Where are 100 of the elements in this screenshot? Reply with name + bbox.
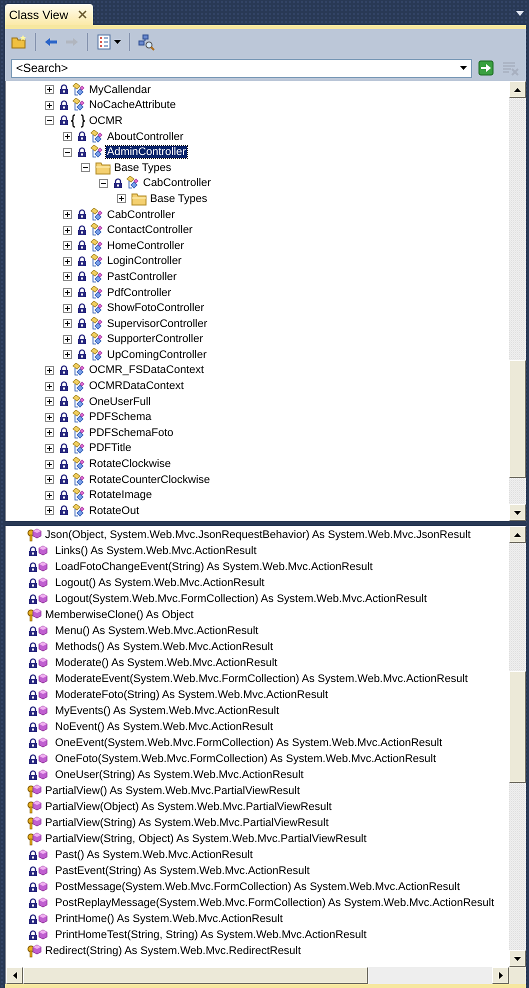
expand-toggle-icon[interactable] <box>45 506 54 516</box>
tree-item[interactable]: SupervisorController <box>106 318 208 330</box>
tree-item[interactable]: PDFSchema <box>88 411 152 424</box>
tree-item[interactable]: PDFSchemaFoto <box>88 426 174 439</box>
member-item[interactable]: Json(Object, System.Web.Mvc.JsonRequestBehavior) As System.Web.Mvc.JsonResult <box>45 529 471 541</box>
member-item[interactable]: PartialView(String) As System.Web.Mvc.PartialViewResult <box>45 817 329 829</box>
close-icon[interactable] <box>78 10 88 19</box>
collapse-toggle-icon[interactable] <box>81 163 90 172</box>
expand-toggle-icon[interactable] <box>45 412 54 422</box>
expand-toggle-icon[interactable] <box>63 319 72 328</box>
member-item[interactable]: PostMessage(System.Web.Mvc.FormCollection) As System.Web.Mvc.ActionResult <box>55 881 460 893</box>
tree-item[interactable]: CabController <box>106 208 176 221</box>
expand-toggle-icon[interactable] <box>45 100 54 110</box>
tree-item[interactable]: Base Types <box>149 192 208 205</box>
expand-toggle-icon[interactable] <box>45 460 54 469</box>
scroll-thumb[interactable] <box>509 360 526 478</box>
member-item[interactable]: Menu() As System.Web.Mvc.ActionResult <box>55 625 258 637</box>
member-item[interactable]: Links() As System.Web.Mvc.ActionResult <box>55 545 257 557</box>
member-item[interactable]: Methods() As System.Web.Mvc.ActionResult <box>55 641 274 653</box>
scroll-thumb[interactable] <box>23 967 368 984</box>
scroll-left-button[interactable] <box>6 967 23 984</box>
collapse-toggle-icon[interactable] <box>99 178 108 188</box>
scroll-down-button[interactable] <box>509 950 526 967</box>
member-item[interactable]: OneFoto(System.Web.Mvc.FormCollection) As System.Web.Mvc.ActionResult <box>55 753 436 765</box>
tree-item[interactable]: HomeController <box>106 240 186 252</box>
expand-toggle-icon[interactable] <box>45 490 54 500</box>
member-item[interactable]: NoEvent() As System.Web.Mvc.ActionResult <box>55 721 274 733</box>
expand-toggle-icon[interactable] <box>45 397 54 406</box>
member-item[interactable]: PrintHome() As System.Web.Mvc.ActionResult <box>55 913 283 925</box>
scroll-down-button[interactable] <box>509 504 526 521</box>
member-item[interactable]: PartialView(Object) As System.Web.Mvc.PartialViewResult <box>45 801 332 813</box>
expand-toggle-icon[interactable] <box>45 475 54 484</box>
tree-item[interactable]: MyCallendar <box>88 84 152 96</box>
tree-item[interactable]: OCMR <box>88 114 124 127</box>
expand-toggle-icon[interactable] <box>45 366 54 375</box>
collapse-toggle-icon[interactable] <box>45 116 54 126</box>
tree-item[interactable]: ShowFotoController <box>106 302 206 314</box>
expand-toggle-icon[interactable] <box>63 132 72 142</box>
tree-item[interactable]: RotateOut <box>88 504 140 517</box>
member-item[interactable]: MyEvents() As System.Web.Mvc.ActionResult <box>55 705 280 717</box>
expand-toggle-icon[interactable] <box>63 226 72 235</box>
expand-toggle-icon[interactable] <box>117 194 126 204</box>
tree-item[interactable]: Base Types <box>113 162 172 174</box>
tree-item[interactable]: OneUserFull <box>88 396 152 408</box>
expand-toggle-icon[interactable] <box>45 85 54 94</box>
member-item[interactable]: ModerateFoto(String) As System.Web.Mvc.ActionResult <box>55 689 328 701</box>
expand-toggle-icon[interactable] <box>63 304 72 313</box>
tree-item[interactable]: LoginController <box>106 255 183 268</box>
toolbar-button[interactable] <box>136 32 157 52</box>
expand-toggle-icon[interactable] <box>63 350 72 360</box>
scroll-up-button[interactable] <box>509 81 526 98</box>
tree-item[interactable]: AboutController <box>106 130 184 143</box>
scroll-up-button[interactable] <box>509 526 526 543</box>
member-item[interactable]: LoadFotoChangeEvent(String) As System.Web.Mvc.ActionResult <box>55 561 373 573</box>
member-item[interactable]: OneEvent(System.Web.Mvc.FormCollection) As System.Web.Mvc.ActionResult <box>55 737 442 749</box>
member-item[interactable]: PartialView(String, Object) As System.Web.Mvc.PartialViewResult <box>45 833 367 845</box>
expand-toggle-icon[interactable] <box>63 272 72 282</box>
expand-toggle-icon[interactable] <box>63 334 72 344</box>
caret-icon[interactable] <box>516 11 524 16</box>
tree-item[interactable]: UpComingController <box>106 348 208 361</box>
tree-item[interactable]: AdminController <box>106 146 187 158</box>
member-item[interactable]: PrintHomeTest(String, String) As System.Web.Mvc.ActionResult <box>55 929 367 941</box>
expand-toggle-icon[interactable] <box>45 428 54 438</box>
member-item[interactable]: Redirect(String) As System.Web.Mvc.RedirectResult <box>45 945 301 957</box>
member-item[interactable]: Past() As System.Web.Mvc.ActionResult <box>55 849 253 861</box>
member-item[interactable]: MemberwiseClone() As Object <box>45 609 194 621</box>
member-item[interactable]: PostReplayMessage(System.Web.Mvc.FormCollection) As System.Web.Mvc.ActionResult <box>55 897 494 909</box>
member-item[interactable]: ModerateEvent(System.Web.Mvc.FormCollection) As System.Web.Mvc.ActionResult <box>55 673 468 685</box>
scroll-right-button[interactable] <box>492 967 509 984</box>
member-item[interactable]: Logout(System.Web.Mvc.FormCollection) As System.Web.Mvc.ActionResult <box>55 593 427 605</box>
tree-item[interactable]: OCMRDataContext <box>88 380 185 392</box>
member-item[interactable]: OneUser(String) As System.Web.Mvc.ActionResult <box>55 769 304 781</box>
tree-item[interactable]: CabController <box>142 177 212 190</box>
scroll-thumb[interactable] <box>509 671 526 783</box>
member-item[interactable]: Logout() As System.Web.Mvc.ActionResult <box>55 577 264 589</box>
member-item[interactable]: PartialView() As System.Web.Mvc.PartialViewResult <box>45 785 300 797</box>
class-icon <box>70 441 86 456</box>
tree-item[interactable]: PDFTitle <box>88 442 132 454</box>
expand-toggle-icon[interactable] <box>63 210 72 220</box>
tree-item[interactable]: RotateImage <box>88 489 153 502</box>
member-item[interactable]: Moderate() As System.Web.Mvc.ActionResult <box>55 657 278 669</box>
tree-item[interactable]: RotateCounterClockwise <box>88 474 212 486</box>
expand-toggle-icon[interactable] <box>63 288 72 298</box>
class-icon <box>88 286 104 300</box>
search-go-button[interactable] <box>476 58 496 78</box>
expand-toggle-icon[interactable] <box>63 256 72 266</box>
tree-item[interactable]: ContactController <box>106 224 194 236</box>
tool-window-tab[interactable]: Class View <box>5 4 94 25</box>
expand-toggle-icon[interactable] <box>63 241 72 250</box>
tree-item[interactable]: OCMR_FSDataContext <box>88 364 205 376</box>
expand-toggle-icon[interactable] <box>45 382 54 391</box>
search-combobox[interactable]: <Search> <box>11 58 472 78</box>
tree-item[interactable]: NoCacheAttribute <box>88 99 177 112</box>
member-item[interactable]: PastEvent(String) As System.Web.Mvc.ActionResult <box>55 865 310 877</box>
collapse-toggle-icon[interactable] <box>63 148 72 157</box>
tree-item[interactable]: RotateClockwise <box>88 458 172 470</box>
tree-item[interactable]: SupporterController <box>106 333 204 346</box>
tree-item[interactable]: PdfController <box>106 286 172 299</box>
expand-toggle-icon[interactable] <box>45 444 54 453</box>
tree-item[interactable]: PastController <box>106 270 178 283</box>
